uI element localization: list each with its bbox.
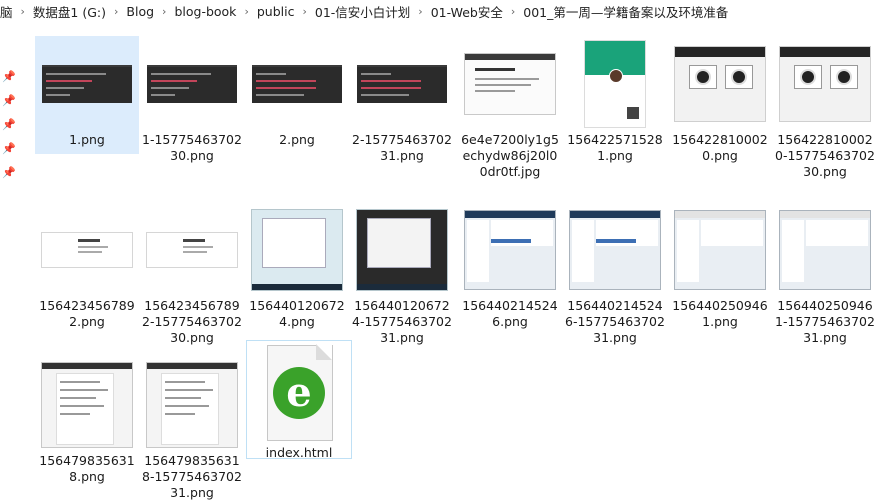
ie-file-icon: e [261, 344, 337, 441]
breadcrumb-item[interactable]: 数据盘1 (G:) [27, 2, 112, 21]
file-name: 1564402509461.png [672, 298, 768, 329]
file-thumbnail [674, 40, 766, 128]
file-name: 2-1577546370231.png [352, 132, 452, 163]
file-name: 1564798356318-1577546370231.png [142, 453, 242, 500]
file-item[interactable]: 1564402145246-1577546370231.png [563, 202, 667, 346]
breadcrumb-item[interactable]: 01-信安小白计划 [309, 2, 416, 21]
file-thumbnail [674, 206, 766, 294]
file-name: index.html [265, 445, 333, 460]
file-thumbnail [779, 40, 871, 128]
file-item[interactable]: 1.png [35, 36, 139, 154]
chevron-right-icon[interactable]: › [112, 5, 120, 18]
quick-access-pins: 📌 📌 📌 📌 📌 [0, 70, 18, 190]
chevron-right-icon[interactable]: › [242, 5, 250, 18]
file-item[interactable]: 1564234567892.png [35, 202, 139, 330]
file-thumbnail [356, 206, 448, 294]
file-thumbnail [464, 40, 556, 128]
file-name: 1564234567892-1577546370230.png [142, 298, 242, 345]
file-name: 1564798356318.png [39, 453, 135, 484]
file-name: 1564228100020-1577546370230.png [775, 132, 875, 179]
file-thumbnail [251, 40, 343, 128]
chevron-right-icon[interactable]: › [416, 5, 424, 18]
file-item[interactable]: 1564228100020.png [668, 36, 772, 164]
file-name: 1.png [69, 132, 105, 147]
breadcrumb-item[interactable]: Blog [120, 4, 160, 19]
file-item[interactable]: 1-1577546370230.png [140, 36, 244, 164]
file-item[interactable]: 1564228100020-1577546370230.png [773, 36, 877, 180]
file-name: 1564402145246-1577546370231.png [565, 298, 665, 345]
file-item[interactable]: 1564401206724-1577546370231.png [350, 202, 454, 346]
file-thumbnail [251, 206, 343, 294]
file-thumbnail: e [253, 344, 345, 441]
file-item[interactable]: 2.png [245, 36, 349, 148]
breadcrumb: 脑 › 数据盘1 (G:) › Blog › blog-book › publi… [0, 0, 884, 22]
file-name: 6e4e7200ly1g5echydw86j20l00dr0tf.jpg [461, 132, 559, 179]
file-thumbnail [569, 206, 661, 294]
chevron-right-icon[interactable]: › [19, 5, 27, 18]
breadcrumb-item[interactable]: blog-book [168, 4, 242, 19]
chevron-right-icon[interactable]: › [300, 5, 308, 18]
file-item[interactable]: 2-1577546370231.png [350, 36, 454, 164]
file-item[interactable]: 6e4e7200ly1g5echydw86j20l00dr0tf.jpg [458, 36, 562, 180]
breadcrumb-item[interactable]: 001_第一周—学籍备案以及环境准备 [517, 2, 734, 21]
file-thumbnail [146, 40, 238, 128]
file-item[interactable]: 1564798356318-1577546370231.png [140, 357, 244, 501]
file-thumbnail [356, 40, 448, 128]
file-thumbnail [146, 206, 238, 294]
file-item[interactable]: 1564401206724.png [245, 202, 349, 330]
file-name: 1564401206724.png [249, 298, 345, 329]
breadcrumb-item[interactable]: 脑 [0, 2, 19, 21]
chevron-right-icon[interactable]: › [160, 5, 168, 18]
file-name: 1564228100020.png [672, 132, 768, 163]
file-thumbnail [146, 361, 238, 449]
file-item[interactable]: e index.html [246, 340, 352, 460]
file-thumbnail [464, 206, 556, 294]
pin-icon[interactable]: 📌 [0, 70, 18, 94]
pin-icon[interactable]: 📌 [0, 94, 18, 118]
file-thumbnail [569, 40, 661, 128]
file-thumbnail [41, 361, 133, 449]
file-thumbnail [779, 206, 871, 294]
file-item[interactable]: 1564402145246.png [458, 202, 562, 330]
chevron-right-icon[interactable]: › [509, 5, 517, 18]
file-name: 1564225715281.png [567, 132, 663, 163]
file-thumbnail [41, 206, 133, 294]
pin-icon[interactable]: 📌 [0, 118, 18, 142]
breadcrumb-item[interactable]: public [251, 4, 301, 19]
file-name: 1564402145246.png [462, 298, 558, 329]
file-item[interactable]: 1564234567892-1577546370230.png [140, 202, 244, 346]
file-name: 2.png [279, 132, 315, 147]
file-item[interactable]: 1564798356318.png [35, 357, 139, 485]
pin-icon[interactable]: 📌 [0, 166, 18, 190]
file-item[interactable]: 1564402509461-1577546370231.png [773, 202, 877, 346]
file-name: 1564402509461-1577546370231.png [775, 298, 875, 345]
file-name: 1-1577546370230.png [142, 132, 242, 163]
file-item[interactable]: 1564402509461.png [668, 202, 772, 330]
pin-icon[interactable]: 📌 [0, 142, 18, 166]
file-name: 1564234567892.png [39, 298, 135, 329]
file-thumbnail [41, 40, 133, 128]
file-name: 1564401206724-1577546370231.png [352, 298, 452, 345]
breadcrumb-item[interactable]: 01-Web安全 [425, 2, 509, 21]
file-item[interactable]: 1564225715281.png [563, 36, 667, 164]
